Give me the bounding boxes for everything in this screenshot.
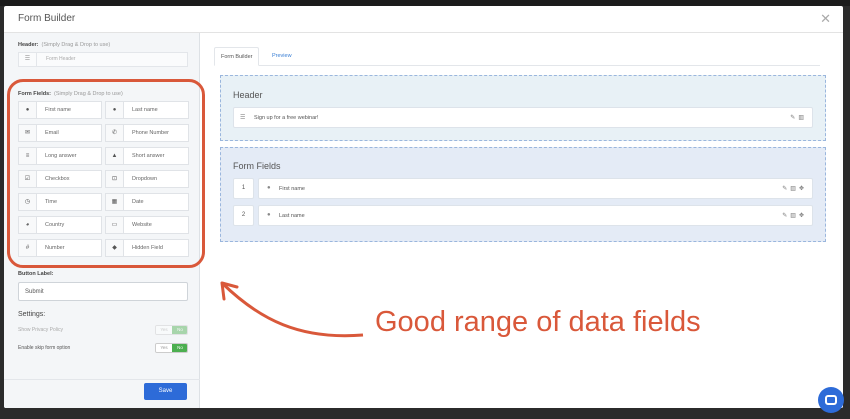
header-label-text: Header: <box>18 42 39 48</box>
header-row[interactable]: ☰ Sign up for a free webinar! ✎▥ <box>233 107 813 128</box>
person-icon: ● <box>267 185 271 191</box>
sidebar-footer-divider <box>4 379 200 380</box>
move-icon[interactable]: ✥ <box>799 213 807 219</box>
settings-title: Settings: <box>18 311 46 318</box>
row-number: 1 <box>233 178 254 199</box>
chat-launcher-icon[interactable] <box>818 387 844 413</box>
toggle-off: Yes <box>156 344 172 352</box>
row-actions: ✎▥✥ <box>782 185 807 192</box>
tab-preview[interactable]: Preview <box>266 47 298 66</box>
tab-form-builder[interactable]: Form Builder <box>214 47 260 66</box>
toggle-on: No <box>172 344 187 352</box>
toggle-on: No <box>172 326 187 334</box>
delete-icon[interactable]: ▥ <box>790 186 799 192</box>
privacy-policy-label: Show Privacy Policy <box>18 327 64 333</box>
skip-form-label: Enable skip form option <box>18 345 71 351</box>
modal-header: Form Builder ✕ <box>4 6 843 33</box>
row-number: 2 <box>233 205 254 226</box>
field-row-label: Last name <box>279 213 305 219</box>
list-icon: ☰ <box>19 53 37 66</box>
person-icon: ● <box>267 212 271 218</box>
annotation-highlight-ring <box>7 79 205 268</box>
tab-bar: Form Builder Preview <box>214 47 820 66</box>
delete-icon[interactable]: ▥ <box>790 213 799 219</box>
header-row-text: Sign up for a free webinar! <box>254 115 319 121</box>
annotation-text: Good range of data fields <box>375 306 701 338</box>
button-label-input[interactable]: Submit <box>18 282 188 301</box>
button-label-heading: Button Label: <box>18 271 54 277</box>
header-section: Header ☰ Sign up for a free webinar! ✎▥ <box>220 75 826 141</box>
header-hint: (Simply Drag & Drop to use) <box>41 42 111 48</box>
field-row-first-name[interactable]: ● First name ✎▥✥ <box>258 178 813 199</box>
move-icon[interactable]: ✥ <box>799 186 807 192</box>
skip-form-toggle[interactable]: Yes No <box>155 343 188 353</box>
button-label-value: Submit <box>25 289 44 295</box>
delete-icon[interactable]: ▥ <box>798 115 807 121</box>
row-actions: ✎▥✥ <box>782 212 807 219</box>
close-icon[interactable]: ✕ <box>820 11 831 27</box>
field-row-last-name[interactable]: ● Last name ✎▥✥ <box>258 205 813 226</box>
form-header-label: Form Header <box>46 56 76 62</box>
form-fields-section: Form Fields 1 ● First name ✎▥✥ 2 ● Last … <box>220 147 826 242</box>
privacy-policy-toggle[interactable]: Yes No <box>155 325 188 335</box>
list-icon: ☰ <box>240 115 246 121</box>
builder-canvas: Form Builder Preview Header ☰ Sign up fo… <box>201 33 843 408</box>
header-label: Header: (Simply Drag & Drop to use) <box>18 42 110 48</box>
field-row-label: First name <box>279 186 305 192</box>
form-header-item[interactable]: ☰ Form Header <box>18 52 188 67</box>
modal-title: Form Builder <box>18 13 76 24</box>
save-button[interactable]: Save <box>144 383 187 400</box>
form-fields-section-title: Form Fields <box>233 161 281 171</box>
row-actions: ✎▥ <box>790 114 807 121</box>
toggle-off: Yes <box>156 326 172 334</box>
header-section-title: Header <box>233 90 263 100</box>
